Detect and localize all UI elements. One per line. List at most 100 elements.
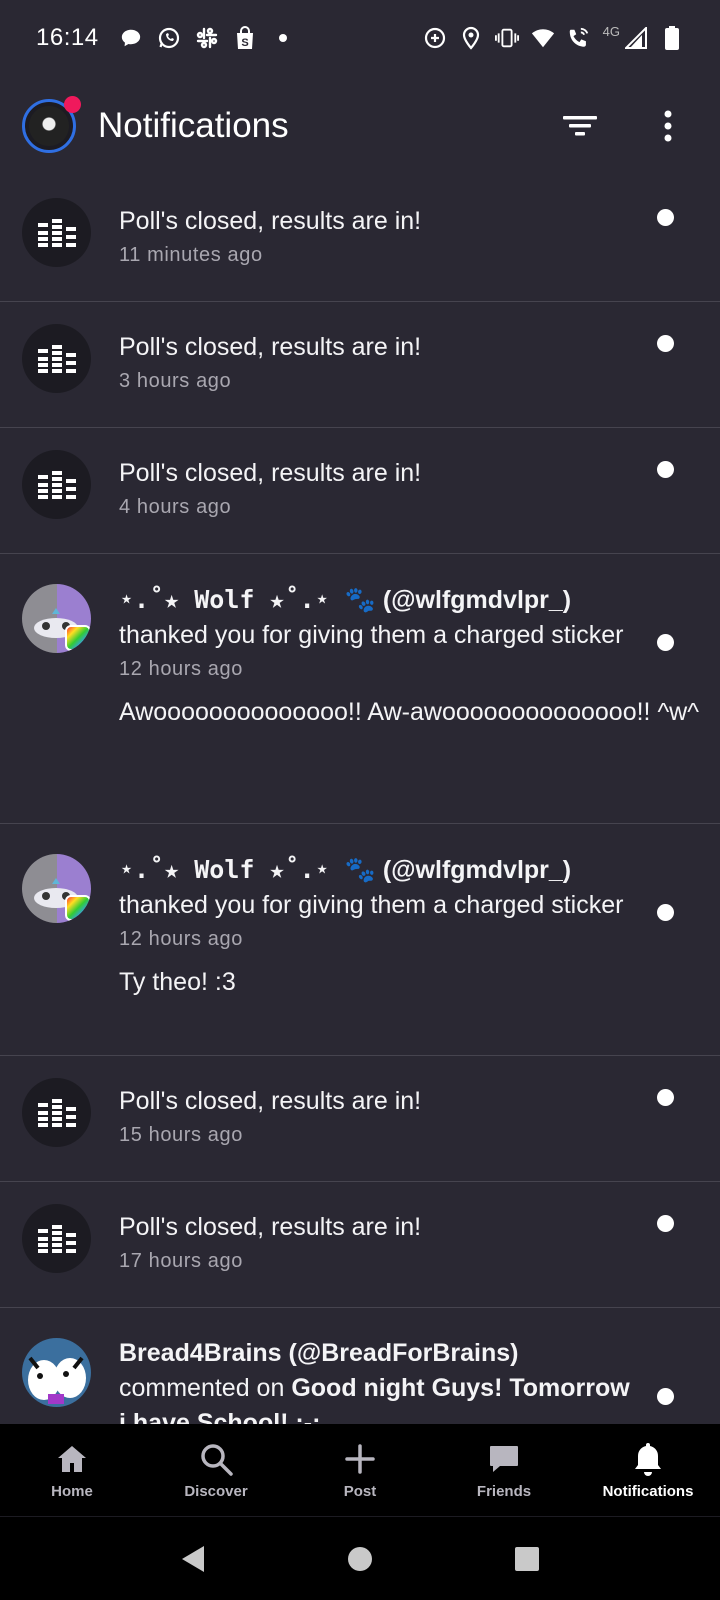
user-display-name[interactable]: ⋆.˚★ Wolf ★˚.⋆ 🐾	[119, 855, 376, 884]
poll-results-icon	[37, 218, 76, 247]
poll-results-icon-wrap	[22, 198, 91, 267]
notification-message: Ty theo! :3	[119, 968, 236, 996]
poll-results-icon	[37, 344, 76, 373]
recents-button[interactable]	[507, 1539, 547, 1579]
user-name[interactable]: Bread4Brains (@BreadForBrains)	[119, 1339, 519, 1367]
search-icon	[198, 1441, 234, 1477]
bread4brains-avatar-image	[22, 1338, 91, 1407]
plus-icon	[342, 1441, 378, 1477]
notification-item-poll[interactable]: Poll's closed, results are in! 11 minute…	[0, 176, 720, 302]
notification-title: Poll's closed, results are in!	[119, 459, 422, 487]
nav-label: Friends	[476, 1482, 532, 1500]
notification-item-poll[interactable]: Poll's closed, results are in! 15 hours …	[0, 1056, 720, 1182]
sticker-badge-icon	[65, 895, 91, 921]
user-avatar[interactable]	[22, 854, 91, 923]
data-saver-icon	[423, 26, 447, 50]
notification-message: Awoooooooooooooo!! Aw-awoooooooooooooo!!…	[119, 698, 699, 726]
notification-title: Poll's closed, results are in!	[119, 1087, 422, 1115]
user-handle[interactable]: (@wlfgmdvlpr_)	[383, 586, 571, 614]
unread-dot	[657, 1388, 674, 1405]
poll-results-icon	[37, 470, 76, 499]
nav-home[interactable]: Home	[0, 1424, 144, 1516]
poll-results-icon-wrap	[22, 1204, 91, 1273]
poll-results-icon-wrap	[22, 450, 91, 519]
poll-results-icon-wrap	[22, 1078, 91, 1147]
notification-time: 17 hours ago	[119, 1250, 243, 1272]
header-actions	[560, 106, 688, 146]
notification-title: Poll's closed, results are in!	[119, 333, 422, 361]
status-bar: 16:14 S 4G	[0, 0, 720, 76]
user-avatar[interactable]	[22, 584, 91, 653]
bottom-navigation: Home Discover Post Friends Notifications	[0, 1424, 720, 1516]
home-system-button[interactable]	[340, 1539, 380, 1579]
page-title: Notifications	[98, 106, 289, 145]
unread-dot	[657, 335, 674, 352]
poll-results-icon	[37, 1098, 76, 1127]
notification-action: thanked you for giving them a charged st…	[119, 621, 624, 649]
status-right-icons: 4G	[423, 23, 684, 50]
nav-notifications[interactable]: Notifications	[576, 1424, 720, 1516]
notification-time: 4 hours ago	[119, 496, 232, 518]
signal-icon	[624, 26, 648, 50]
battery-icon	[660, 26, 684, 50]
poll-results-icon	[37, 1224, 76, 1253]
nav-discover[interactable]: Discover	[144, 1424, 288, 1516]
bell-icon	[630, 1441, 666, 1477]
notification-item-poll[interactable]: Poll's closed, results are in! 3 hours a…	[0, 302, 720, 428]
user-avatar[interactable]	[22, 1338, 91, 1407]
location-icon	[459, 26, 483, 50]
unread-dot	[657, 461, 674, 478]
sticker-badge-icon	[65, 625, 91, 651]
nav-label: Discover	[184, 1482, 248, 1500]
filter-button[interactable]	[560, 106, 600, 146]
notification-time: 12 hours ago	[119, 658, 243, 680]
nav-label: Notifications	[602, 1482, 694, 1500]
unread-dot	[657, 1089, 674, 1106]
notification-headline: ⋆.˚★ Wolf ★˚.⋆ 🐾 (@wlfgmdvlpr_) thanked …	[119, 582, 630, 653]
notification-action: commented on	[119, 1374, 285, 1402]
chat-bubble-icon	[119, 26, 143, 50]
slack-icon	[195, 26, 219, 50]
home-circle-icon	[347, 1546, 372, 1571]
notification-time: 12 hours ago	[119, 928, 243, 950]
unread-dot	[657, 904, 674, 921]
unread-dot	[657, 1215, 674, 1232]
nav-friends[interactable]: Friends	[432, 1424, 576, 1516]
notification-title: Poll's closed, results are in!	[119, 1213, 422, 1241]
profile-avatar[interactable]	[22, 96, 81, 153]
status-time: 16:14	[36, 24, 99, 51]
wifi-calling-icon	[567, 26, 591, 50]
user-display-name[interactable]: ⋆.˚★ Wolf ★˚.⋆ 🐾	[119, 585, 376, 614]
notification-item-sticker[interactable]: ⋆.˚★ Wolf ★˚.⋆ 🐾 (@wlfgmdvlpr_) thanked …	[0, 824, 720, 1056]
nav-label: Home	[51, 1482, 93, 1500]
notification-title: Poll's closed, results are in!	[119, 207, 422, 235]
chat-icon	[486, 1441, 522, 1477]
notification-action: thanked you for giving them a charged st…	[119, 891, 624, 919]
home-icon	[54, 1441, 90, 1477]
nav-post[interactable]: Post	[288, 1424, 432, 1516]
nav-label: Post	[343, 1482, 377, 1500]
back-button[interactable]	[173, 1539, 213, 1579]
dot-icon	[271, 26, 295, 50]
unread-dot	[657, 634, 674, 651]
notification-time: 3 hours ago	[119, 370, 232, 392]
more-options-button[interactable]	[648, 106, 688, 146]
unread-dot	[657, 209, 674, 226]
avatar-image	[29, 106, 69, 146]
status-left-icons: S	[119, 26, 295, 50]
notification-item-comment[interactable]: Bread4Brains (@BreadForBrains) commented…	[0, 1308, 720, 1424]
notification-item-sticker[interactable]: ⋆.˚★ Wolf ★˚.⋆ 🐾 (@wlfgmdvlpr_) thanked …	[0, 554, 720, 824]
app-header: Notifications	[0, 76, 720, 176]
filter-icon	[563, 116, 597, 136]
notification-item-poll[interactable]: Poll's closed, results are in! 17 hours …	[0, 1182, 720, 1308]
notification-item-poll[interactable]: Poll's closed, results are in! 4 hours a…	[0, 428, 720, 554]
back-triangle-icon	[182, 1545, 205, 1572]
network-type-label: 4G	[602, 23, 620, 39]
svg-text:S: S	[241, 37, 248, 49]
recents-square-icon	[514, 1546, 539, 1571]
user-handle[interactable]: (@wlfgmdvlpr_)	[383, 856, 571, 884]
more-vertical-icon	[664, 110, 672, 142]
wifi-icon	[531, 26, 555, 50]
notification-headline: Bread4Brains (@BreadForBrains) commented…	[119, 1336, 630, 1424]
notification-time: 15 hours ago	[119, 1124, 243, 1146]
